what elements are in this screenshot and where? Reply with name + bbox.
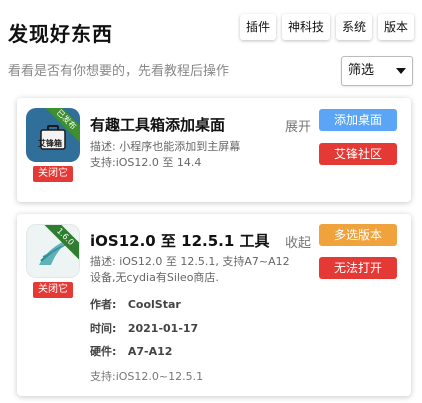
meta-value: 2021-01-17 bbox=[127, 322, 199, 335]
meta-value: CoolStar bbox=[127, 298, 181, 311]
meta-key: 硬件: bbox=[90, 345, 117, 358]
tool-card: 艾锋箱 已发布 关闭它 有趣工具箱添加桌面 描述: 小程序也能添加到主屏幕 支持… bbox=[17, 98, 411, 202]
community-button[interactable]: 艾锋社区 bbox=[319, 143, 397, 165]
card-title: 有趣工具箱添加桌面 bbox=[90, 116, 226, 134]
add-to-desktop-button[interactable]: 添加桌面 bbox=[319, 109, 397, 131]
card-support: 支持:iOS12.0 至 14.4 bbox=[90, 156, 202, 169]
card-title: iOS12.0 至 12.5.1 工具 bbox=[90, 232, 270, 250]
app-icon-label: 艾锋箱 bbox=[38, 139, 62, 148]
meta-hardware: 硬件: A7-A12 bbox=[90, 343, 172, 359]
meta-value: A7-A12 bbox=[127, 345, 173, 358]
tag-tech[interactable]: 神科技 bbox=[281, 14, 330, 40]
meta-date: 时间: 2021-01-17 bbox=[90, 320, 198, 336]
cannot-open-button[interactable]: 无法打开 bbox=[319, 257, 397, 279]
page-title: 发现好东西 bbox=[8, 22, 113, 46]
card-description-line2: 设备,无cydia有Sileo商店. bbox=[90, 271, 219, 284]
filter-select[interactable]: 筛选 bbox=[341, 56, 413, 86]
card-description: 描述: 小程序也能添加到主屏幕 bbox=[90, 140, 241, 153]
tool-card: 1.6.0 关闭它 iOS12.0 至 12.5.1 工具 描述: iOS12.… bbox=[17, 214, 411, 396]
meta-author: 作者: CoolStar bbox=[90, 296, 181, 312]
toolbox-app-icon: 艾锋箱 已发布 bbox=[26, 108, 80, 162]
tag-system[interactable]: 系统 bbox=[335, 14, 372, 40]
filter-selected-value: 筛选 bbox=[348, 63, 375, 78]
close-badge[interactable]: 关闭它 bbox=[33, 282, 73, 298]
expand-toggle[interactable]: 展开 bbox=[285, 116, 311, 135]
category-tags: 插件 神科技 系统 版本 bbox=[239, 14, 414, 40]
header: 发现好东西 插件 神科技 系统 版本 bbox=[8, 14, 414, 46]
chevron-down-icon bbox=[396, 68, 406, 74]
collapse-toggle[interactable]: 收起 bbox=[285, 232, 311, 251]
tag-version[interactable]: 版本 bbox=[377, 14, 414, 40]
meta-key: 时间: bbox=[90, 322, 117, 335]
card-description: 描述: iOS12.0 至 12.5.1, 支持A7~A12 bbox=[90, 255, 290, 268]
tag-plugin[interactable]: 插件 bbox=[239, 14, 276, 40]
select-version-button[interactable]: 多选版本 bbox=[319, 224, 397, 246]
close-badge[interactable]: 关闭它 bbox=[33, 166, 73, 182]
meta-key: 作者: bbox=[90, 298, 117, 311]
page-subtitle: 看看是否有你想要的，先看教程后操作 bbox=[8, 64, 230, 79]
card-support: 支持:iOS12.0~12.5.1 bbox=[90, 370, 204, 383]
tool-app-icon: 1.6.0 bbox=[26, 224, 80, 278]
